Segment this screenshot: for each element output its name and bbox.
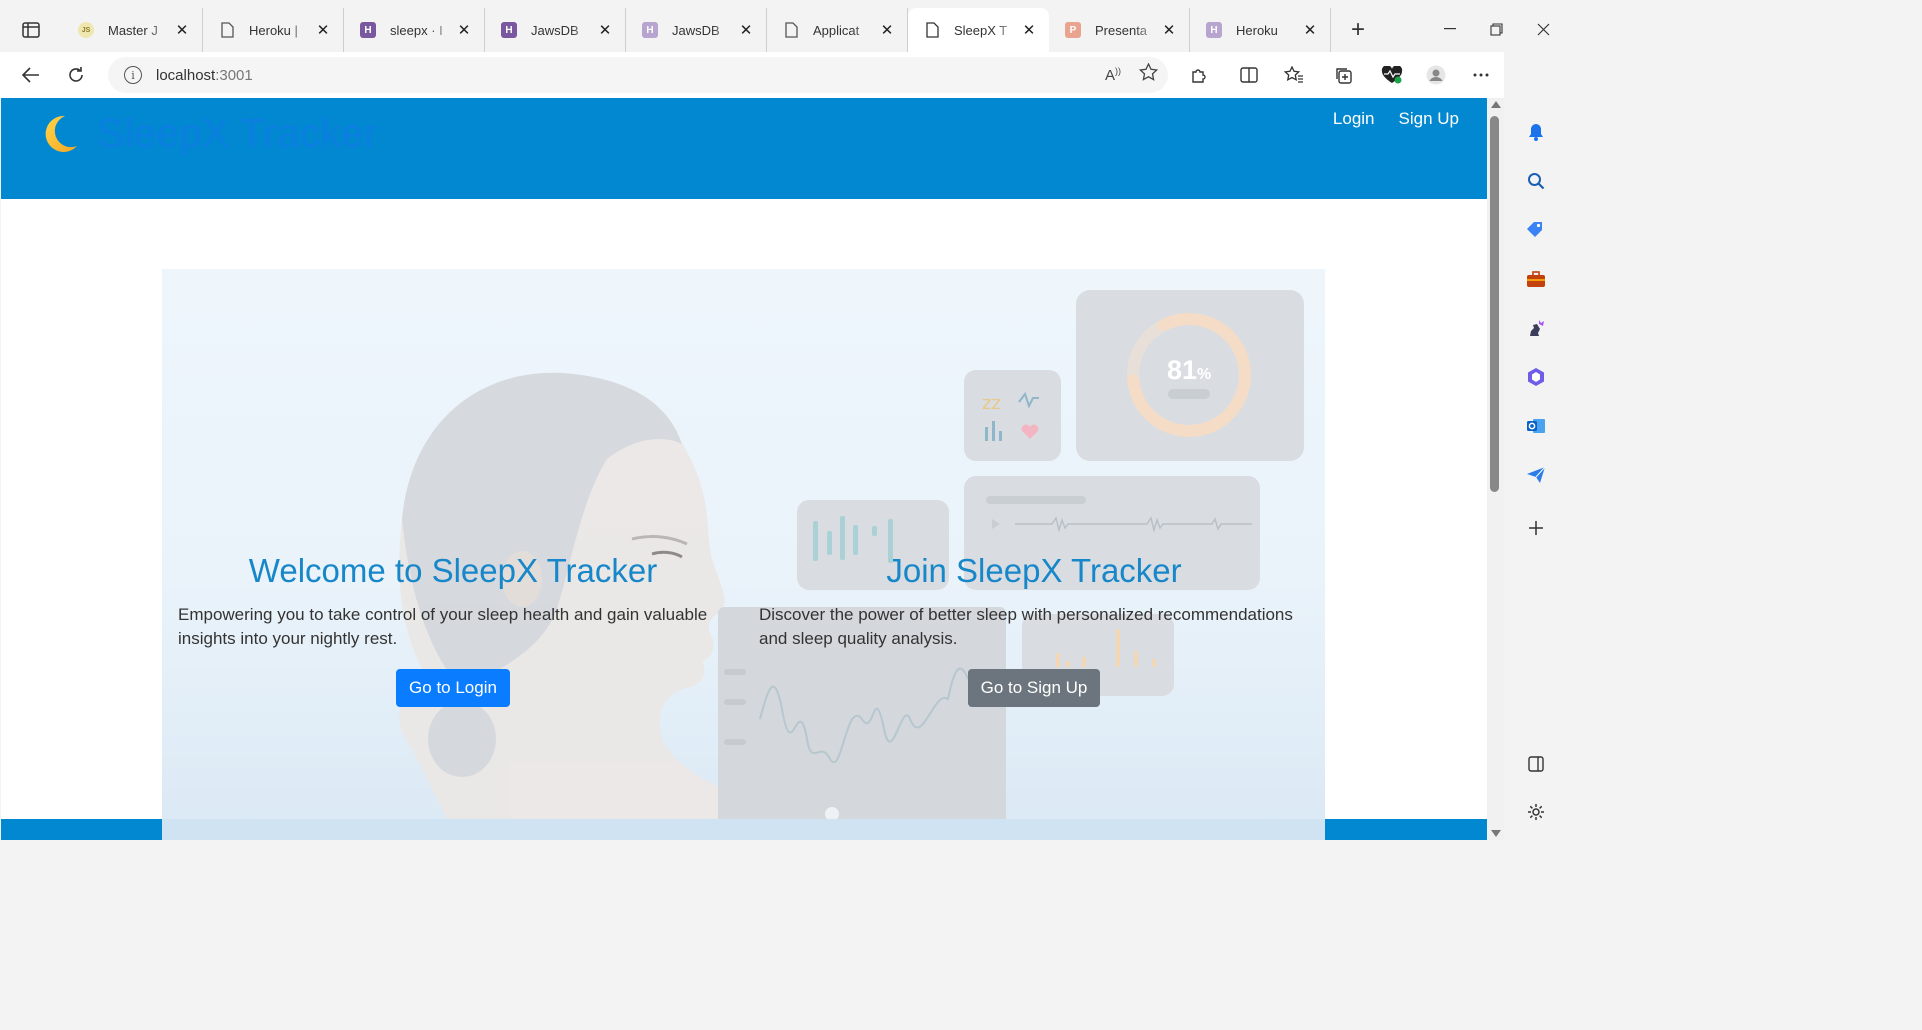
close-icon[interactable]: ✕ [456, 22, 472, 39]
drop-send-icon[interactable] [1524, 463, 1548, 487]
site-header: SleepX Tracker Login Sign Up [1, 98, 1487, 199]
heroku-icon: H [1206, 22, 1222, 38]
add-sidebar-app-icon[interactable] [1524, 516, 1548, 540]
close-icon[interactable]: ✕ [597, 22, 613, 39]
close-icon[interactable]: ✕ [1161, 22, 1177, 39]
browser-tab-active[interactable]: SleepX T ✕ [908, 8, 1049, 52]
tab-title: Heroku [1236, 22, 1278, 38]
shopping-tag-icon[interactable] [1524, 218, 1548, 242]
restore-button[interactable] [1473, 12, 1519, 46]
search-icon[interactable] [1524, 169, 1548, 193]
browser-tab[interactable]: H Heroku ✕ [1190, 8, 1331, 52]
refresh-button[interactable] [60, 60, 92, 90]
heroku-icon: H [501, 22, 517, 38]
tab-title: JawsDB [531, 22, 579, 38]
address-actions: A)) [1105, 62, 1159, 86]
close-icon[interactable]: ✕ [1302, 22, 1318, 39]
close-icon[interactable]: ✕ [879, 22, 895, 39]
tab-strip: JS Master J ✕ Heroku | ✕ H sleepx · I ✕ … [0, 0, 1568, 52]
favorites-icon[interactable] [1280, 62, 1308, 88]
browser-tab[interactable]: Heroku | ✕ [203, 8, 344, 52]
heroku-icon: H [360, 22, 376, 38]
info-icon[interactable]: i [124, 66, 142, 84]
tab-title: JawsDB [672, 22, 720, 38]
address-bar[interactable]: i localhost:3001 A)) [108, 57, 1168, 93]
hero-background-illustration: zz 81 % [399, 290, 1304, 829]
page-icon [924, 22, 940, 38]
read-aloud-icon[interactable]: A)) [1105, 66, 1121, 84]
extensions-icon[interactable] [1185, 62, 1213, 88]
edge-sidebar [1504, 52, 1568, 840]
browser-tab[interactable]: JS Master J ✕ [62, 8, 203, 52]
js-icon: JS [78, 22, 94, 38]
browser-tab[interactable]: H JawsDB ✕ [485, 8, 626, 52]
address-url[interactable]: localhost:3001 [156, 67, 253, 84]
scroll-thumb[interactable] [1490, 116, 1499, 492]
nav-login-link[interactable]: Login [1333, 109, 1375, 129]
join-column: Join SleepX Tracker Discover the power o… [759, 552, 1309, 707]
microsoft-365-icon[interactable] [1524, 365, 1548, 389]
svg-text:zz: zz [982, 393, 1001, 414]
minimize-button[interactable] [1427, 12, 1473, 46]
tab-title: Presenta [1095, 22, 1148, 38]
outlook-icon[interactable] [1524, 414, 1548, 438]
page-scrollbar[interactable] [1487, 98, 1504, 840]
address-toolbar: i localhost:3001 A)) [0, 52, 1568, 98]
back-button[interactable] [15, 60, 47, 90]
browser-tab[interactable]: P Presenta ✕ [1049, 8, 1190, 52]
settings-gear-icon[interactable] [1524, 800, 1548, 824]
tools-briefcase-icon[interactable] [1524, 267, 1548, 291]
tab-title: Master J [108, 22, 158, 38]
page-icon [219, 22, 235, 38]
hide-sidebar-icon[interactable] [1524, 752, 1548, 776]
welcome-column: Welcome to SleepX Tracker Empowering you… [178, 552, 728, 707]
join-text: Discover the power of better sleep with … [759, 605, 1293, 648]
notifications-icon[interactable] [1524, 120, 1548, 144]
hero-section: zz 81 % Welcome to SleepX Tracker Empowe… [162, 269, 1325, 829]
new-tab-button[interactable]: + [1340, 14, 1376, 46]
browser-tab[interactable]: H sleepx · I ✕ [344, 8, 485, 52]
close-icon[interactable]: ✕ [738, 22, 754, 39]
powerpoint-icon: P [1065, 22, 1081, 38]
sleep-score-unit: % [1197, 366, 1211, 383]
collections-icon[interactable] [1329, 62, 1357, 88]
close-icon[interactable]: ✕ [1021, 22, 1037, 39]
moon-icon [45, 115, 77, 152]
footer-strip [1, 819, 1487, 840]
tab-list: JS Master J ✕ Heroku | ✕ H sleepx · I ✕ … [62, 8, 1331, 52]
close-window-button[interactable] [1520, 12, 1566, 46]
tab-title: Heroku | [249, 22, 298, 38]
scroll-down-arrow-icon[interactable] [1491, 830, 1501, 837]
brand-name: SleepX Tracker [97, 110, 378, 156]
browser-essentials-icon[interactable] [1378, 62, 1406, 88]
close-icon[interactable]: ✕ [315, 22, 331, 39]
sleep-score-value: 81 [1167, 355, 1197, 385]
favorite-star-icon[interactable] [1138, 62, 1159, 86]
tab-title: sleepx · I [390, 22, 443, 38]
profile-icon[interactable] [1422, 62, 1450, 88]
footer-inner [162, 819, 1325, 840]
brand[interactable]: SleepX Tracker [37, 110, 377, 157]
heroku-icon: H [642, 22, 658, 38]
browser-tab[interactable]: H JawsDB ✕ [626, 8, 767, 52]
close-icon[interactable]: ✕ [174, 22, 190, 39]
web-viewport: SleepX Tracker Login Sign Up zz 81 % Wel… [1, 98, 1487, 840]
scroll-up-arrow-icon[interactable] [1491, 101, 1501, 108]
tab-actions-icon[interactable] [14, 16, 48, 44]
go-to-signup-button[interactable]: Go to Sign Up [967, 669, 1101, 707]
nav-signup-link[interactable]: Sign Up [1399, 109, 1459, 129]
page-icon [783, 22, 799, 38]
tab-title: SleepX T [954, 22, 1008, 38]
welcome-text: Empowering you to take control of your s… [178, 605, 708, 648]
welcome-heading: Welcome to SleepX Tracker [248, 552, 658, 589]
more-options-icon[interactable] [1467, 62, 1495, 88]
join-heading: Join SleepX Tracker [886, 552, 1182, 589]
site-nav: Login Sign Up [1333, 109, 1459, 129]
go-to-login-button[interactable]: Go to Login [396, 669, 510, 707]
split-screen-icon[interactable] [1235, 62, 1263, 88]
tab-title: Applicat [813, 22, 860, 38]
browser-tab[interactable]: Applicat ✕ [767, 8, 908, 52]
games-icon[interactable] [1524, 316, 1548, 340]
